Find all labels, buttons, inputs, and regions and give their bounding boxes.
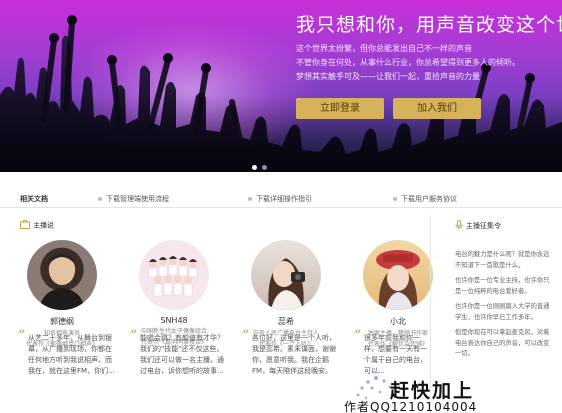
recruit-paragraph: 也许你是一位专业主持，也许你只是一位纯粹的电台爱好者。 — [455, 277, 550, 295]
recruit-paragraph: 电台的魅力是什么呢？就是你永远不知道下一首歌是什么。 — [455, 251, 550, 269]
join-button[interactable]: 加入我们 — [393, 98, 481, 119]
hero-line-3: 梦想其实触手可及——让我们一起，重拾声音的力量 — [296, 72, 480, 81]
related-docs-bar: 相关文档 下载管理端使用流程 下载详细操作指引 下载用户服务协议 — [0, 172, 562, 208]
avatar[interactable] — [251, 240, 321, 310]
hero-line-2: 不管你身在何处，从事什么行业，你总希望得到更多人的倾听。 — [296, 58, 520, 67]
recruit-text: 电台的魅力是什么呢？就是你永远不知道下一首歌是什么。 也许你是一位专业主持，也许… — [455, 250, 555, 360]
hero-banner: 我只想和你，用声音改变这个世界 这个世界太纷繁，但你总能发出自己不一样的声音 不… — [0, 0, 562, 172]
anchors-section-title: 主播说 — [20, 219, 54, 231]
anchor-speaks-icon — [20, 219, 30, 231]
quote-mark-icon: “ — [354, 328, 362, 344]
doc-link-label: 下载详细操作指引 — [256, 195, 312, 203]
anchor-quote: “很多年前我和你一样，想要有一天有一个属于自己的电台，可以... — [354, 329, 428, 377]
doc-link-label: 下载用户服务协议 — [401, 195, 457, 203]
anchor-name: SNH48 — [160, 316, 188, 325]
anchor-name: 小北 — [390, 317, 406, 326]
recruit-section-title: 主播征集令 — [455, 220, 501, 232]
anchor-quote-text: 各位好，这里是一个人听，我是蕊希。素未谋面，谢谢你，愿意听我。我在企鹅FM，每天… — [252, 334, 336, 375]
anchor-quote: “各位好，这里是一个人听，我是蕊希。素未谋面，谢谢你，愿意听我。我在企鹅FM，每… — [242, 329, 342, 377]
bullet-icon — [393, 197, 397, 201]
login-button[interactable]: 立即登录 — [296, 98, 384, 119]
docs-title: 相关文档 — [20, 195, 48, 203]
hero-line-1: 这个世界太纷繁，但你总能发出自己不一样的声音 — [296, 44, 472, 53]
hero-title: 我只想和你，用声音改变这个世界 — [296, 14, 562, 36]
recruit-paragraph: 但是你现在可以拿起麦克风，对着电台表达你自己的声音，可以改变一切。 — [455, 329, 550, 357]
anchor-card-snh48[interactable]: SNH48 中国新生代女子偶像组合 代表作《嘉明同事夜谈》 — [124, 240, 224, 347]
carousel-dot[interactable] — [262, 165, 267, 170]
anchor-name: 郭德纲 — [50, 317, 74, 326]
anchor-quote: “从艺二十多年，从舞台到银幕，从广播到现场，你都在任何地方听到我说相声。而我在，… — [18, 329, 118, 377]
watermark-sub-text: 作者QQ1210104004 — [344, 400, 478, 413]
anchor-quote-text: 很多年前我和你一样，想要有一天有一个属于自己的电台，可以... — [364, 334, 427, 375]
anchor-quote: “能唱会跳？有颜值有才华？我们的"技能"还不仅这些。我们还可以做一名主播，通过电… — [130, 329, 230, 377]
quote-mark-icon: “ — [130, 328, 138, 344]
carousel-dots — [252, 155, 272, 172]
anchor-quote-text: 能唱会跳？有颜值有才华？我们的"技能"还不仅这些。我们还可以做一名主播，通过电台… — [140, 334, 224, 375]
anchors-section-label: 主播说 — [33, 221, 54, 230]
microphone-icon — [455, 220, 463, 232]
watermark: 赶快加上 作者QQ1210104004 — [344, 372, 562, 413]
avatar[interactable] — [27, 240, 97, 310]
anchor-name: 蕊希 — [278, 317, 294, 326]
avatar[interactable] — [363, 240, 433, 310]
doc-link-label: 下载管理端使用流程 — [106, 195, 169, 203]
doc-link-guide[interactable]: 下载详细操作指引 — [248, 194, 312, 204]
recruit-section-label: 主播征集令 — [466, 222, 501, 230]
doc-link-admin-flow[interactable]: 下载管理端使用流程 — [98, 194, 169, 204]
doc-link-agreement[interactable]: 下载用户服务协议 — [393, 194, 457, 204]
quote-mark-icon: “ — [18, 328, 26, 344]
quote-mark-icon: “ — [242, 328, 250, 344]
recruit-paragraph: 也许你是一位刚刚踏入大学的普通学生，也许你早已工作多年。 — [455, 303, 550, 321]
anchor-quote-text: 从艺二十多年，从舞台到银幕，从广播到现场，你都在任何地方听到我说相声。而我在，就… — [28, 334, 115, 375]
carousel-dot-active[interactable] — [252, 165, 257, 170]
bullet-icon — [248, 197, 252, 201]
avatar[interactable] — [139, 240, 209, 310]
bullet-icon — [98, 197, 102, 201]
